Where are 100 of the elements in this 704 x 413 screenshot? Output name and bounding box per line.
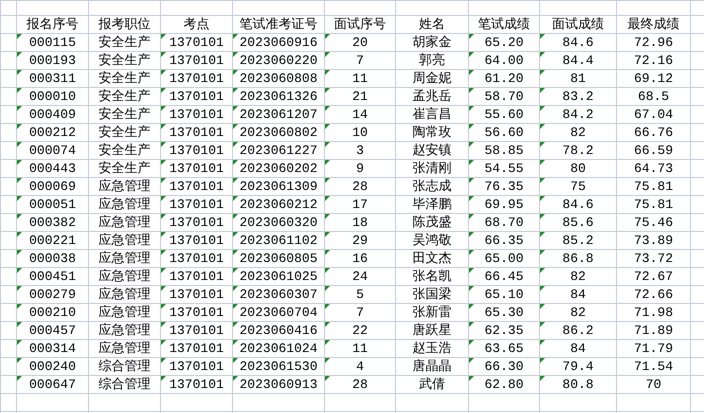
table-cell: 1370101 [169,376,224,393]
table-cell: 65.30 [484,304,524,321]
table-cell: 2023060320 [239,214,318,231]
column-header: 最终成绩 [628,17,680,32]
table-cell: 1370101 [169,70,224,87]
table-cell: 000647 [29,376,76,393]
table-cell: 1370101 [169,322,224,339]
table-cell: 唐晶晶 [412,358,452,375]
table-cell: 000314 [29,340,76,357]
table-cell: 84.6 [562,34,594,51]
table-cell: 应急管理 [98,322,150,339]
table-cell: 22 [352,322,368,339]
table-cell: 应急管理 [98,286,150,303]
table-cell: 66.35 [484,232,524,249]
table-cell: 72.16 [634,52,673,69]
table-cell: 000443 [29,160,76,177]
table-cell: 000457 [29,322,76,339]
table-cell: 000038 [29,250,76,267]
table-cell: 安全生产 [98,70,150,87]
column-header: 笔试成绩 [478,17,530,32]
table-cell: 82 [570,124,586,141]
table-cell: 55.60 [484,106,524,123]
table-cell: 84.2 [562,106,594,123]
table-cell: 2023060802 [239,124,318,141]
table-cell: 71.54 [634,358,673,375]
table-cell: 85.2 [562,232,594,249]
table-cell: 61.20 [484,70,524,87]
table-cell: 73.89 [634,232,673,249]
table-cell: 24 [352,268,368,285]
table-cell: 81 [570,70,586,87]
table-cell: 2023060916 [239,34,318,51]
table-cell: 000210 [29,304,76,321]
table-cell: 64.00 [484,52,524,69]
table-cell: 1370101 [169,286,224,303]
table-cell: 2023060416 [239,322,318,339]
table-cell: 66.76 [634,124,673,141]
table-cell: 2023061024 [239,340,318,357]
table-cell: 赵安镇 [412,142,452,159]
table-cell: 000311 [29,70,76,87]
table-cell: 62.80 [484,376,524,393]
table-cell: 2023061309 [239,178,318,195]
table-cell: 陈茂盛 [412,214,452,231]
table-cell: 张清刚 [412,160,452,177]
table-cell: 21 [352,88,368,105]
table-cell: 56.60 [484,124,524,141]
table-cell: 18 [352,214,368,231]
table-cell: 2023061530 [239,358,318,375]
table-cell: 武倩 [419,376,445,393]
table-cell: 000240 [29,358,76,375]
table-cell: 7 [356,304,364,321]
table-cell: 安全生产 [98,160,150,177]
table-cell: 83.2 [562,88,594,105]
table-cell: 16 [352,250,368,267]
table-cell: 2023061025 [239,268,318,285]
table-cell: 58.85 [484,142,524,159]
table-cell: 周金妮 [412,70,452,87]
table-cell: 安全生产 [98,88,150,105]
table-cell: 综合管理 [98,376,150,393]
table-cell: 65.00 [484,250,524,267]
table-cell: 毕泽鹏 [412,196,452,213]
table-cell: 张新雷 [412,304,452,321]
table-cell: 000069 [29,178,76,195]
table-cell: 78.2 [562,142,594,159]
table-cell: 000279 [29,286,76,303]
table-cell: 64.73 [634,160,673,177]
column-header: 笔试准考证号 [240,17,318,32]
table-cell: 000382 [29,214,76,231]
table-cell: 应急管理 [98,214,150,231]
table-cell: 1370101 [169,250,224,267]
table-cell: 75.46 [634,214,673,231]
table-cell: 11 [352,70,368,87]
table-cell: 82 [570,304,586,321]
table-cell: 2023060704 [239,304,318,321]
table-cell: 11 [352,340,368,357]
table-cell: 75.81 [634,196,673,213]
table-cell: 崔言昌 [412,106,452,123]
table-cell: 1370101 [169,160,224,177]
table-cell: 71.89 [634,322,673,339]
table-cell: 应急管理 [98,178,150,195]
table-cell: 2023060307 [239,286,318,303]
table-cell: 孟兆岳 [412,88,452,105]
table-cell: 000451 [29,268,76,285]
table-cell: 2023060808 [239,70,318,87]
table-cell: 000193 [29,52,76,69]
table-cell: 2023060202 [239,160,318,177]
table-cell: 1370101 [169,34,224,51]
table-cell: 000051 [29,196,76,213]
table-cell: 14 [352,106,368,123]
table-cell: 张国梁 [412,286,452,303]
table-cell: 安全生产 [98,124,150,141]
table-cell: 1370101 [169,304,224,321]
table-cell: 7 [356,52,364,69]
column-header: 报名序号 [26,17,78,32]
table-cell: 2023060805 [239,250,318,267]
table-cell: 唐跃星 [412,322,452,339]
column-header: 考点 [184,17,210,32]
table-cell: 71.98 [634,304,673,321]
table-cell: 1370101 [169,358,224,375]
table-cell: 综合管理 [98,358,150,375]
table-cell: 29 [352,232,368,249]
